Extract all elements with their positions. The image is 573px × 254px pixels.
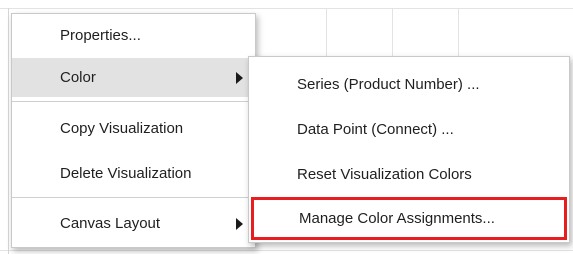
menu-item-label: Copy Visualization (60, 120, 184, 137)
menu-item-label: Reset Visualization Colors (297, 166, 472, 183)
menu-item-label: Delete Visualization (60, 165, 192, 182)
menu-separator (12, 197, 255, 198)
menu-item-label: Series (Product Number) ... (297, 76, 480, 93)
context-menu: Properties... Color Copy Visualization D… (11, 13, 256, 248)
grid-line (8, 8, 9, 254)
triangle-right-icon (236, 72, 243, 84)
grid-line (458, 8, 459, 58)
grid-line (392, 8, 393, 58)
triangle-right-icon (236, 218, 243, 230)
grid-line (326, 8, 327, 58)
menu-item-delete-visualization[interactable]: Delete Visualization (12, 154, 255, 193)
menu-item-label: Properties... (60, 27, 141, 44)
grid-line (0, 250, 573, 251)
menu-item-properties[interactable]: Properties... (12, 16, 255, 55)
menu-item-label: Color (60, 69, 96, 86)
menu-separator (12, 101, 255, 102)
submenu-item-data-point-color[interactable]: Data Point (Connect) ... (249, 107, 569, 152)
menu-item-label: Canvas Layout (60, 215, 161, 232)
submenu-item-manage-color-assignments[interactable]: Manage Color Assignments... (251, 197, 567, 240)
menu-item-copy-visualization[interactable]: Copy Visualization (12, 109, 255, 148)
menu-item-label: Data Point (Connect) ... (297, 121, 454, 138)
submenu-item-reset-colors[interactable]: Reset Visualization Colors (249, 152, 569, 197)
grid-line (0, 8, 573, 9)
menu-item-canvas-layout[interactable]: Canvas Layout (12, 204, 255, 243)
submenu-item-series-color[interactable]: Series (Product Number) ... (249, 62, 569, 107)
color-submenu: Series (Product Number) ... Data Point (… (248, 56, 570, 243)
menu-item-label: Manage Color Assignments... (299, 210, 495, 227)
menu-item-color[interactable]: Color (12, 58, 255, 97)
